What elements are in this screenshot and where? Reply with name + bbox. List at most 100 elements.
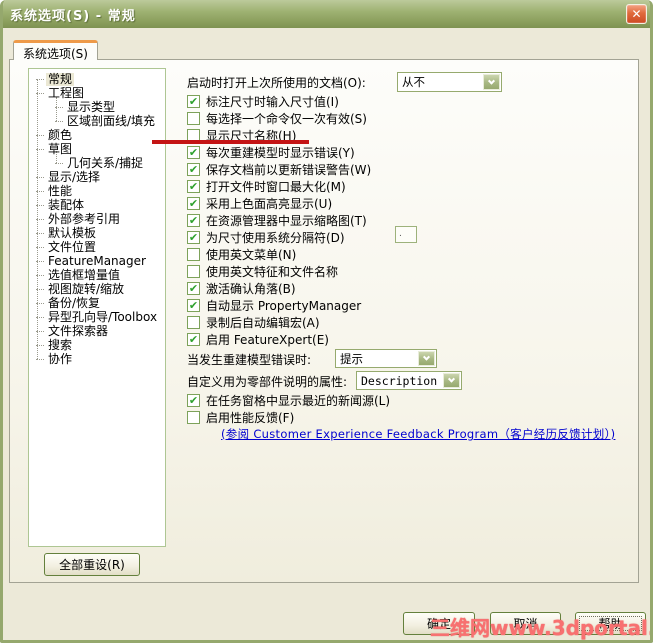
- title-bar[interactable]: 系统选项(S) - 常规 ✕: [3, 0, 650, 28]
- tree-item-label: 显示类型: [67, 99, 116, 114]
- checkbox-row[interactable]: ✔ 标注尺寸时输入尺寸值(I): [181, 93, 633, 110]
- tree-item[interactable]: 显示/选择: [29, 170, 165, 184]
- tree-item[interactable]: 区域剖面线/填充: [29, 114, 165, 128]
- tree-item[interactable]: 性能: [29, 184, 165, 198]
- tree-guide-line: [36, 204, 44, 206]
- tree-guide-line: [36, 218, 44, 220]
- tree-item[interactable]: 颜色: [29, 128, 165, 142]
- tree-item[interactable]: 外部参考引用: [29, 212, 165, 226]
- check-icon: ✔: [188, 332, 199, 346]
- checkbox[interactable]: [187, 248, 200, 261]
- checkbox[interactable]: ✔: [187, 163, 200, 176]
- tree-item[interactable]: 异型孔向导/Toolbox: [29, 310, 165, 324]
- tree-item[interactable]: 文件位置: [29, 240, 165, 254]
- tree-item-label: FeatureManager: [48, 253, 146, 268]
- checkbox-row[interactable]: 每选择一个命令仅一次有效(S): [181, 110, 633, 127]
- tree-item[interactable]: 协作: [29, 352, 165, 366]
- checkbox-row[interactable]: 使用英文特征和文件名称: [181, 263, 633, 280]
- tree-item[interactable]: 选值框增量值: [29, 268, 165, 282]
- checkbox[interactable]: ✔: [187, 333, 200, 346]
- options-panel: 启动时打开上次所使用的文档(O): 从不 ✔ 标注尺寸时输入尺寸值(I) 每选择一个命令…: [152, 64, 633, 442]
- checkbox-label: 在任务窗格中显示最近的新闻源(L): [206, 394, 391, 408]
- checkbox[interactable]: ✔: [187, 197, 200, 210]
- check-icon: ✔: [188, 162, 199, 176]
- close-button[interactable]: ✕: [626, 4, 647, 24]
- dropdown[interactable]: 提示: [335, 349, 437, 368]
- checkbox-row[interactable]: ✔ 每次重建模型时显示错误(Y): [181, 144, 633, 161]
- chevron-down-icon: [487, 77, 496, 85]
- checkbox-row[interactable]: 录制后自动编辑宏(A): [181, 314, 633, 331]
- checkbox-row[interactable]: ✔ 为尺寸使用系统分隔符(D).: [181, 226, 633, 246]
- tree-guide-line: [36, 246, 44, 248]
- checkbox-row[interactable]: ✔ 保存文档前以更新错误警告(W): [181, 161, 633, 178]
- tree-item[interactable]: 显示类型: [29, 100, 165, 114]
- checkbox-label: 在资源管理器中显示缩略图(T): [206, 214, 367, 228]
- close-icon: ✕: [631, 7, 642, 21]
- tree-guide-line: [36, 260, 44, 262]
- checkbox-row[interactable]: 显示尺寸名称(H): [152, 127, 633, 144]
- checkbox-row[interactable]: ✔ 采用上色面高亮显示(U): [181, 195, 633, 212]
- tree-item[interactable]: 文件探索器: [29, 324, 165, 338]
- tab-page: 常规 工程图 显示类型 区域剖面线/填充 颜色 草图 几何关系/捕捉 显示/选择 性能 装配体 外部…: [9, 59, 639, 583]
- tree-guide-line: [36, 134, 44, 136]
- checkbox-label: 标注尺寸时输入尺寸值(I): [206, 95, 339, 109]
- dropdown-button[interactable]: [443, 373, 460, 388]
- checkbox-row[interactable]: 启用性能反馈(F): [181, 409, 633, 426]
- tree-item-label: 性能: [48, 183, 73, 198]
- tree-item-label: 选值框增量值: [48, 267, 121, 282]
- ok-button[interactable]: 确定: [403, 612, 475, 635]
- feedback-link[interactable]: (参阅 Customer Experience Feedback Program…: [221, 426, 615, 442]
- checkbox[interactable]: ✔: [187, 214, 200, 227]
- checkbox-row[interactable]: ✔ 打开文件时窗口最大化(M): [181, 178, 633, 195]
- reset-all-button[interactable]: 全部重设(R): [44, 553, 140, 576]
- checkbox[interactable]: [187, 411, 200, 424]
- tree-item[interactable]: 几何关系/捕捉: [29, 156, 165, 170]
- dropdown-label: 自定义用为零部件说明的属性:: [187, 374, 348, 389]
- checkbox[interactable]: ✔: [187, 95, 200, 108]
- tree-item-label: 草图: [48, 141, 73, 156]
- tree-guide-line: [36, 316, 44, 318]
- tree-item-label: 装配体: [48, 197, 85, 212]
- decimal-separator-input[interactable]: .: [395, 226, 417, 243]
- cancel-button[interactable]: 取消: [490, 612, 561, 635]
- tree-item[interactable]: 备份/恢复: [29, 296, 165, 310]
- checkbox[interactable]: [187, 265, 200, 278]
- checkbox-row[interactable]: ✔ 启用 FeatureXpert(E): [181, 331, 633, 348]
- chevron-down-icon: [422, 353, 431, 361]
- checkbox[interactable]: ✔: [187, 299, 200, 312]
- tree-item-label: 默认模板: [48, 225, 97, 240]
- checkbox-label: 打开文件时窗口最大化(M): [206, 180, 346, 194]
- checkbox[interactable]: ✔: [187, 180, 200, 193]
- checkbox-label: 采用上色面高亮显示(U): [206, 197, 333, 211]
- tree-item[interactable]: FeatureManager: [29, 254, 165, 268]
- checkbox[interactable]: ✔: [187, 146, 200, 159]
- tree-item[interactable]: 视图旋转/缩放: [29, 282, 165, 296]
- tab-system-options[interactable]: 系统选项(S): [13, 40, 98, 61]
- help-button[interactable]: 帮助: [575, 612, 646, 635]
- tree-item[interactable]: 搜索: [29, 338, 165, 352]
- checkbox[interactable]: ✔: [187, 231, 200, 244]
- check-icon: ✔: [188, 145, 199, 159]
- dropdown[interactable]: 从不: [397, 72, 502, 92]
- checkbox[interactable]: [187, 316, 200, 329]
- dropdown-button[interactable]: [483, 74, 500, 90]
- tree-item[interactable]: 常规: [29, 72, 165, 86]
- dropdown[interactable]: Description: [356, 371, 462, 390]
- checkbox-row[interactable]: ✔ 激活确认角落(B): [181, 280, 633, 297]
- tree-item[interactable]: 装配体: [29, 198, 165, 212]
- dropdown-button[interactable]: [418, 351, 435, 366]
- tree-item-label: 几何关系/捕捉: [67, 155, 144, 170]
- checkbox[interactable]: ✔: [187, 282, 200, 295]
- tree-guide-line: [36, 176, 44, 178]
- tree-guide-line: [36, 190, 44, 192]
- tree-guide-line: [55, 120, 63, 122]
- tree-item[interactable]: 默认模板: [29, 226, 165, 240]
- checkbox-row[interactable]: ✔ 自动显示 PropertyManager: [181, 297, 633, 314]
- checkbox-label: 录制后自动编辑宏(A): [206, 316, 320, 330]
- checkbox-row[interactable]: 使用英文菜单(N): [181, 246, 633, 263]
- tree-item[interactable]: 草图: [29, 142, 165, 156]
- checkbox-row[interactable]: ✔ 在任务窗格中显示最近的新闻源(L): [181, 392, 633, 409]
- checkbox[interactable]: ✔: [187, 394, 200, 407]
- tree-item[interactable]: 工程图: [29, 86, 165, 100]
- checkbox[interactable]: [187, 112, 200, 125]
